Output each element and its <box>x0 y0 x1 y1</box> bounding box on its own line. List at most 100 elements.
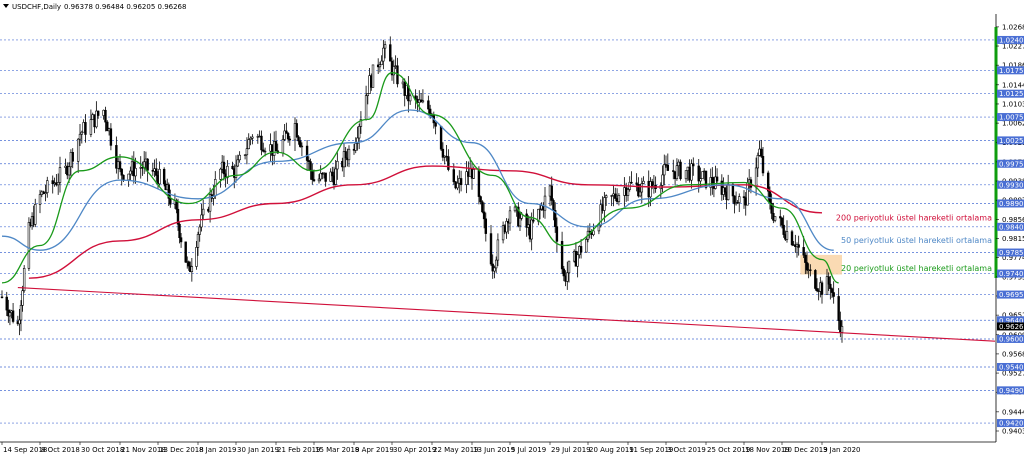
candle-body <box>158 168 161 185</box>
candle-body <box>638 191 642 197</box>
candle-body <box>756 155 760 169</box>
candle-body <box>802 247 805 256</box>
candle-body <box>263 150 267 153</box>
candle-body <box>496 239 500 261</box>
candle-body <box>566 272 569 282</box>
time-tick-label: 25 Oct 2019 <box>707 446 750 454</box>
level-label: 0.96000 <box>999 335 1024 343</box>
candle-body <box>421 100 425 103</box>
candle-body <box>754 167 758 188</box>
candle-body <box>640 183 644 193</box>
level-label: 1.00250 <box>999 137 1024 145</box>
candle-body <box>297 136 300 142</box>
candle-body <box>493 267 496 272</box>
candle-body <box>472 169 475 179</box>
candle-body <box>274 141 278 152</box>
candle-body <box>219 168 222 180</box>
candle-body <box>200 214 203 228</box>
candle-body <box>820 282 824 295</box>
candle-body <box>626 189 630 196</box>
annotation-label: 50 periyotluk üstel hareketli ortalama <box>841 236 992 245</box>
time-tick-label: 20 Aug 2019 <box>589 446 634 454</box>
candle-body <box>347 148 351 161</box>
candle-body <box>530 219 533 240</box>
candle-body <box>190 266 194 273</box>
candle-body <box>809 269 812 271</box>
level-label: 0.98900 <box>999 200 1024 208</box>
candle-body <box>439 125 443 150</box>
time-tick-label: 13 Jun 2019 <box>473 446 515 454</box>
candle-body <box>8 312 12 317</box>
candle-body <box>830 288 834 293</box>
candle-body <box>585 239 588 253</box>
candle-body <box>285 130 288 134</box>
candle-body <box>494 259 498 269</box>
level-label: 0.99300 <box>999 181 1024 189</box>
candle-body <box>34 204 37 225</box>
candle-body <box>378 64 382 68</box>
candle-body <box>309 161 312 171</box>
candle-body <box>576 254 579 267</box>
chart-header: USDCHF,Daily 0.96378 0.96484 0.96205 0.9… <box>3 3 186 11</box>
level-label: 1.02400 <box>999 36 1024 44</box>
candle-body <box>701 171 704 179</box>
chart-area: 200 periyotluk üstel hareketli ortalama 5… <box>0 0 1024 455</box>
candle-body <box>761 156 765 174</box>
candle-body <box>146 158 149 171</box>
level-label: 0.97400 <box>999 270 1024 278</box>
level-label: 0.98400 <box>999 223 1024 231</box>
candle-body <box>122 174 125 181</box>
time-tick-label: 30 Apr 2019 <box>393 446 436 454</box>
time-tick-label: 29 Jul 2019 <box>551 446 591 454</box>
candle-body <box>603 197 606 211</box>
candle-body <box>837 296 840 321</box>
candle-body <box>704 170 708 188</box>
candle-body <box>298 140 302 147</box>
candle-body <box>11 310 15 322</box>
candle-body <box>518 218 522 227</box>
time-tick-label: 8 Apr 2019 <box>355 446 394 454</box>
candle-body <box>56 182 60 186</box>
annotation-label: 20 periyotluk üstel hareketli ortalama <box>841 264 992 273</box>
candle-body <box>434 122 437 127</box>
candle-body <box>184 241 187 263</box>
candle-body <box>155 168 158 176</box>
candle-body <box>579 246 583 253</box>
candle-body <box>84 122 87 135</box>
candle-body <box>0 296 4 299</box>
candle-body <box>238 154 241 161</box>
candle-body <box>715 176 719 182</box>
candle-body <box>382 47 385 62</box>
candle-body <box>305 145 309 161</box>
candle-body <box>840 326 844 333</box>
candle-body <box>179 237 183 243</box>
level-label: 0.97850 <box>999 249 1024 257</box>
candle-body <box>104 109 107 123</box>
ohlc-values: 0.96378 0.96484 0.96205 0.96268 <box>64 3 186 11</box>
price-tick-label: 0.94440 <box>1002 408 1024 416</box>
candle-body <box>46 180 49 193</box>
candle-body <box>288 138 292 141</box>
candle-body <box>666 164 670 171</box>
candle-body <box>118 161 122 170</box>
candle-body <box>109 128 113 146</box>
candle-body <box>89 119 93 135</box>
time-tick-label: 13 Dec 2018 <box>159 446 204 454</box>
candle-body <box>331 171 334 177</box>
price-tick-label: 1.01030 <box>1002 100 1024 108</box>
candle-body <box>71 152 74 162</box>
candle-body <box>231 165 234 170</box>
candle-body <box>21 290 24 306</box>
candle-body <box>260 135 263 151</box>
time-tick-label: 15 Mar 2019 <box>315 446 359 454</box>
candle-body <box>408 95 412 102</box>
candle-body <box>222 161 226 175</box>
symbol-label: USDCHF,Daily <box>12 3 61 11</box>
candle-body <box>380 60 383 66</box>
candle-body <box>67 166 71 176</box>
candle-body <box>134 167 137 177</box>
level-label: 1.01250 <box>999 90 1024 98</box>
candle-body <box>827 276 830 285</box>
candle-body <box>178 223 181 239</box>
candle-body <box>295 123 298 138</box>
